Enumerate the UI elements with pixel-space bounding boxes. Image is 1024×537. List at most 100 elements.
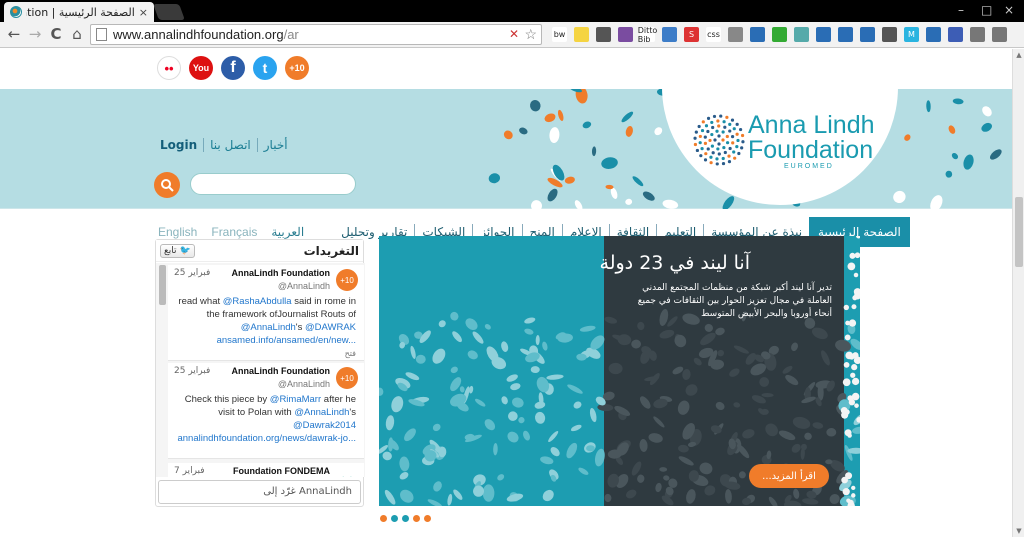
tab-close-icon[interactable]: × bbox=[139, 6, 148, 19]
extension-icon[interactable] bbox=[838, 27, 853, 42]
maximize-icon[interactable]: □ bbox=[981, 3, 992, 17]
tweet-mention[interactable]: @AnnaLindh bbox=[241, 322, 296, 333]
logo-mark-icon[interactable] bbox=[692, 113, 746, 167]
tweets-scrollbar[interactable] bbox=[159, 265, 166, 305]
search-button[interactable] bbox=[154, 172, 180, 198]
slider-dot[interactable] bbox=[413, 515, 420, 522]
tweet-link[interactable]: annalindhfoundation.org/news/dawrak-jo..… bbox=[177, 433, 356, 444]
scroll-up-icon[interactable]: ▲ bbox=[1013, 49, 1024, 61]
extension-icon[interactable] bbox=[574, 27, 589, 42]
url-host: www.annalindhfoundation.org bbox=[113, 27, 284, 42]
tweet-handle[interactable]: @AnnaLindh bbox=[278, 379, 330, 389]
reload-icon[interactable]: C bbox=[47, 25, 65, 43]
extension-icon[interactable] bbox=[794, 27, 809, 42]
tweets-widget: تابع 🐦 التغريدات 25 فبراير AnnaLindh Fou… bbox=[155, 239, 365, 507]
page-scrollbar[interactable]: ▲ ▼ bbox=[1012, 49, 1024, 537]
tweet-handle[interactable]: @AnnaLindh bbox=[278, 281, 330, 291]
browser-titlebar: × الصفحة الرئيسية | dation – □ × bbox=[0, 0, 1024, 22]
bookmark-star-icon[interactable]: ☆ bbox=[524, 26, 537, 43]
extension-icon[interactable]: M bbox=[904, 27, 919, 42]
page-icon bbox=[96, 28, 107, 41]
twitter-bird-icon: 🐦 bbox=[179, 245, 191, 256]
avatar[interactable]: +10 bbox=[336, 367, 358, 389]
extension-icon[interactable] bbox=[860, 27, 875, 42]
search-input[interactable] bbox=[190, 173, 356, 195]
extension-icon[interactable] bbox=[816, 27, 831, 42]
search-icon bbox=[161, 179, 174, 192]
lang-french[interactable]: Français bbox=[211, 225, 257, 239]
tweet-date[interactable]: 25 فبراير bbox=[174, 268, 210, 278]
window-close-icon[interactable]: × bbox=[1004, 3, 1014, 17]
extension-icon[interactable] bbox=[926, 27, 941, 42]
minimize-icon[interactable]: – bbox=[958, 3, 964, 17]
extension-icon[interactable] bbox=[618, 27, 633, 42]
tweet-mention[interactable]: @Dawrak2014 bbox=[293, 420, 356, 431]
lang-english[interactable]: English bbox=[158, 225, 197, 239]
tweet-open-link[interactable]: فتح bbox=[168, 349, 364, 362]
follow-label: تابع bbox=[164, 245, 177, 256]
forward-icon[interactable]: → bbox=[26, 25, 44, 43]
extension-icon[interactable] bbox=[772, 27, 787, 42]
tweet-link[interactable]: ansamed.info/ansamed/en/new... bbox=[217, 335, 356, 346]
scroll-thumb[interactable] bbox=[1015, 197, 1023, 267]
tweet-mention[interactable]: @RashaAbdulla bbox=[223, 296, 292, 307]
read-more-button[interactable]: اقرأ المزيد... bbox=[749, 464, 829, 488]
back-icon[interactable]: ← bbox=[5, 25, 23, 43]
extension-icon[interactable] bbox=[992, 27, 1007, 42]
tweet-author[interactable]: AnnaLindh Foundation bbox=[232, 366, 330, 376]
facebook-icon[interactable]: f bbox=[221, 56, 245, 80]
tweet-item[interactable]: 7 فبراير Foundation FONDEMA ▲▲ bbox=[168, 463, 364, 477]
twitter-icon[interactable]: t bbox=[253, 56, 277, 80]
contact-link[interactable]: اتصل بنا bbox=[203, 138, 257, 152]
extension-icon[interactable] bbox=[728, 27, 743, 42]
hero-slider[interactable]: آنا ليند في 23 دولة تدير آنا ليند أكبر ش… bbox=[379, 236, 860, 506]
extension-icon[interactable]: S bbox=[684, 27, 699, 42]
extension-icon[interactable]: bw bbox=[552, 27, 567, 42]
slider-dot[interactable] bbox=[402, 515, 409, 522]
avatar[interactable]: +10 bbox=[336, 269, 358, 291]
home-icon[interactable]: ⌂ bbox=[68, 25, 86, 43]
youtube-icon[interactable]: You bbox=[189, 56, 213, 80]
slider-dot[interactable] bbox=[391, 515, 398, 522]
address-bar[interactable]: www.annalindhfoundation.org/ar ✕ ☆ bbox=[90, 24, 542, 45]
blocked-popup-icon[interactable]: ✕ bbox=[509, 27, 519, 41]
logo-line2: Foundation bbox=[748, 136, 874, 164]
lang-arabic[interactable]: العربية bbox=[271, 225, 304, 239]
plus10-icon[interactable]: +10 bbox=[285, 56, 309, 80]
tweet-text-part: Check this piece by bbox=[184, 394, 270, 405]
follow-button[interactable]: تابع 🐦 bbox=[160, 243, 195, 258]
tweet-date[interactable]: 25 فبراير bbox=[174, 366, 210, 376]
tweet-author[interactable]: AnnaLindh Foundation bbox=[232, 268, 330, 278]
slider-dot[interactable] bbox=[424, 515, 431, 522]
tweets-title: التغريدات bbox=[303, 243, 359, 258]
tweet-item[interactable]: 25 فبراير AnnaLindh Foundation @AnnaLind… bbox=[168, 265, 364, 361]
browser-toolbar: ← → C ⌂ www.annalindhfoundation.org/ar ✕… bbox=[0, 22, 1024, 48]
tweet-item[interactable]: 25 فبراير AnnaLindh Foundation @AnnaLind… bbox=[168, 363, 364, 459]
extension-icon[interactable] bbox=[750, 27, 765, 42]
tweet-mention[interactable]: @RimaMarr bbox=[270, 394, 321, 405]
slider-dot[interactable] bbox=[380, 515, 387, 522]
extension-icon[interactable] bbox=[882, 27, 897, 42]
tweet-date[interactable]: 7 فبراير bbox=[174, 466, 205, 476]
tweets-header: تابع 🐦 التغريدات bbox=[156, 240, 363, 262]
scroll-down-icon[interactable]: ▼ bbox=[1013, 525, 1024, 537]
tweet-mention[interactable]: @DAWRAK bbox=[305, 322, 356, 333]
tweet-mention[interactable]: @AnnaLindh bbox=[294, 407, 349, 418]
extension-icon[interactable]: Ditto Bib bbox=[638, 26, 658, 44]
extension-icon[interactable] bbox=[970, 27, 985, 42]
browser-tab[interactable]: × الصفحة الرئيسية | dation bbox=[4, 2, 154, 22]
tweet-compose-input[interactable]: غرّد إلى AnnaLindh bbox=[158, 480, 361, 504]
logo-text[interactable]: Anna Lindh Foundation bbox=[748, 113, 875, 163]
extension-icon[interactable] bbox=[596, 27, 611, 42]
avatar[interactable]: ▲▲ bbox=[336, 467, 358, 477]
extension-icon[interactable] bbox=[948, 27, 963, 42]
tab-title: الصفحة الرئيسية | dation bbox=[26, 5, 135, 19]
flickr-icon[interactable]: •• bbox=[157, 56, 181, 80]
news-link[interactable]: أخبار bbox=[256, 138, 294, 152]
tweets-timeline[interactable]: 25 فبراير AnnaLindh Foundation @AnnaLind… bbox=[156, 263, 365, 477]
extension-icon[interactable] bbox=[662, 27, 677, 42]
tweet-author[interactable]: Foundation FONDEMA bbox=[233, 466, 330, 476]
extension-icon[interactable]: css bbox=[706, 27, 721, 42]
login-link[interactable]: Login bbox=[158, 138, 203, 152]
new-tab-button[interactable] bbox=[153, 4, 185, 20]
